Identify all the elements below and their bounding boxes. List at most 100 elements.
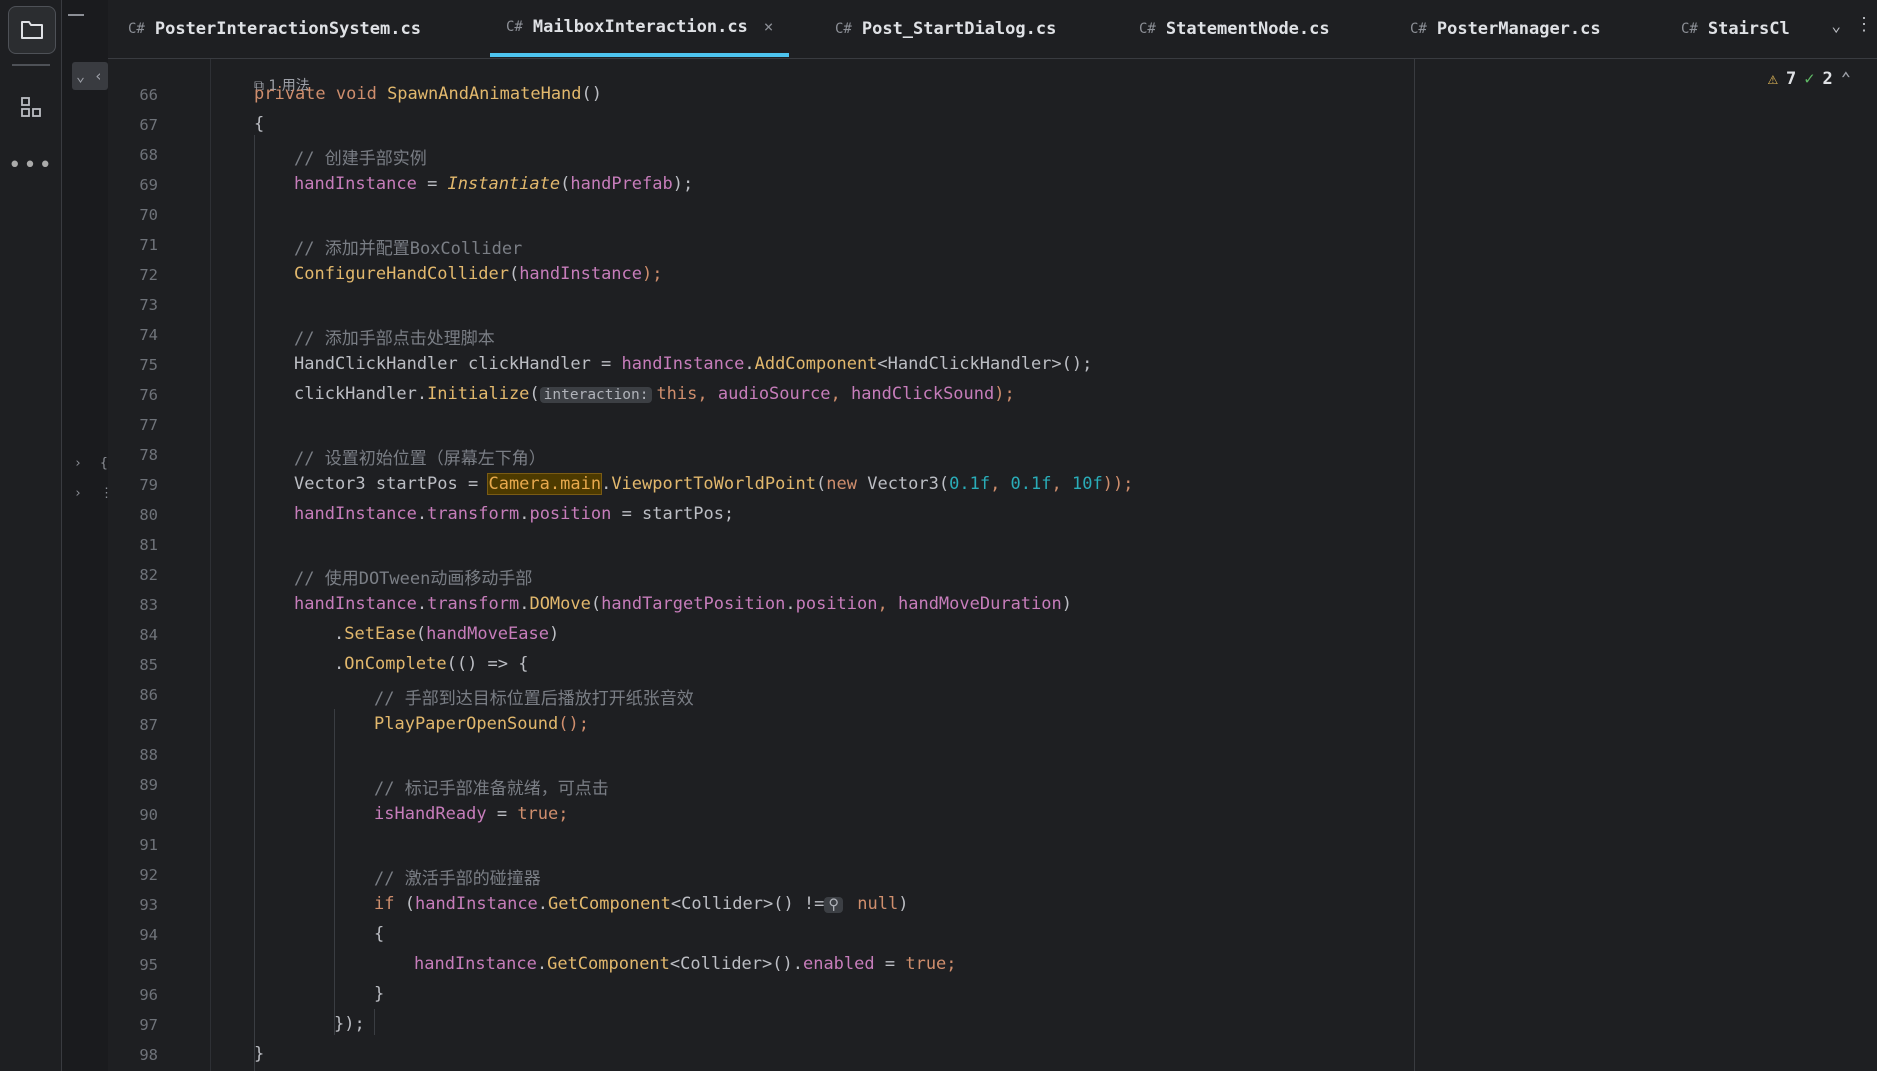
editor-tab-bar: C# PosterInteractionSystem.cs C# Mailbox…	[108, 0, 1877, 59]
tree-expand-icon[interactable]: ›	[74, 456, 88, 474]
code-line: PlayPaperOpenSound();	[374, 714, 589, 734]
tab-poster-interaction-system[interactable]: C# PosterInteractionSystem.cs	[128, 0, 421, 57]
code-comment: // 创建手部实例	[294, 149, 427, 169]
line-number: 96	[139, 986, 158, 1004]
tab-post-start-dialog[interactable]: C# Post_StartDialog.cs	[835, 0, 1056, 57]
line-number: 97	[139, 1016, 158, 1034]
line-number: 66	[139, 86, 158, 104]
line-number: 70	[139, 206, 158, 224]
csharp-file-icon: C#	[1410, 20, 1427, 37]
indent-guide	[254, 135, 255, 1071]
code-line: handInstance.transform.position = startP…	[294, 504, 735, 524]
tab-mailbox-interaction[interactable]: C# MailboxInteraction.cs ×	[490, 0, 790, 57]
indent-guide	[374, 1009, 375, 1035]
activity-separator	[12, 64, 50, 66]
line-number: 90	[139, 806, 158, 824]
tree-item-mark: ⋮	[100, 486, 113, 501]
tab-poster-manager[interactable]: C# PosterManager.cs	[1410, 0, 1601, 57]
tab-label: PosterInteractionSystem.cs	[154, 18, 421, 39]
code-line: });	[334, 1014, 365, 1034]
line-number: 80	[139, 506, 158, 524]
ok-count: 2	[1822, 69, 1833, 89]
code-comment: // 手部到达目标位置后播放打开纸张音效	[374, 689, 694, 709]
line-number: 75	[139, 356, 158, 374]
chevron-down-icon[interactable]: ⌄	[1831, 16, 1841, 35]
line-number: 92	[139, 866, 158, 884]
line-number: 79	[139, 476, 158, 494]
line-number: 81	[139, 536, 158, 554]
tab-label: MailboxInteraction.cs	[532, 16, 748, 37]
code-line: private void SpawnAndAnimateHand()	[254, 84, 603, 104]
tab-statement-node[interactable]: C# StatementNode.cs	[1139, 0, 1330, 57]
code-line: .SetEase(handMoveEase)	[334, 624, 560, 644]
inspection-widget[interactable]: ⚠ 7 ✓ 2 ⌃	[1768, 69, 1851, 89]
line-number: 94	[139, 926, 158, 944]
search-highlight: Camera.main	[487, 473, 603, 495]
line-number: 73	[139, 296, 158, 314]
code-line: }	[254, 1044, 265, 1064]
code-comment: // 使用DOTween动画移动手部	[294, 569, 533, 589]
line-number: 68	[139, 146, 158, 164]
code-comment: // 标记手部准备就绪，可点击	[374, 779, 609, 799]
line-number: 86	[139, 686, 158, 704]
code-line: ConfigureHandCollider(handInstance);	[294, 264, 663, 284]
line-number: 76	[139, 386, 158, 404]
tab-label: PosterManager.cs	[1436, 18, 1601, 39]
gutter-divider	[210, 59, 211, 1071]
check-icon: ✓	[1804, 69, 1815, 89]
code-line: }	[374, 984, 385, 1004]
tree-expand-icon[interactable]: ›	[74, 486, 88, 504]
code-comment: // 激活手部的碰撞器	[374, 869, 541, 889]
line-number: 77	[139, 416, 158, 434]
line-number: 72	[139, 266, 158, 284]
line-number: 78	[139, 446, 158, 464]
line-number: 71	[139, 236, 158, 254]
code-line: isHandReady = true;	[374, 804, 569, 824]
more-vertical-icon[interactable]: ⋮	[1855, 14, 1873, 35]
line-number: 89	[139, 776, 158, 794]
project-folder-icon[interactable]	[8, 6, 56, 54]
more-tools-icon[interactable]: •••	[8, 142, 54, 188]
line-number: 83	[139, 596, 158, 614]
tab-stairs[interactable]: C# StairsCl	[1681, 0, 1790, 57]
code-comment: // 添加并配置BoxCollider	[294, 239, 523, 259]
line-number: 74	[139, 326, 158, 344]
line-number: 95	[139, 956, 158, 974]
code-line: Vector3 startPos = Camera.main.ViewportT…	[294, 473, 1134, 495]
line-number: 82	[139, 566, 158, 584]
line-number: 69	[139, 176, 158, 194]
chevron-up-icon[interactable]: ⌃	[1841, 69, 1851, 89]
tree-item-mark: {	[100, 456, 108, 471]
code-line: HandClickHandler clickHandler = handInst…	[294, 354, 1093, 374]
warning-count: 7	[1786, 69, 1797, 89]
minimize-panel-icon[interactable]	[68, 14, 84, 16]
code-line: if (handInstance.GetComponent<Collider>(…	[374, 894, 909, 914]
code-line: .OnComplete(() => {	[334, 654, 529, 674]
code-comment: // 设置初始位置（屏幕左下角）	[294, 449, 546, 469]
code-comment: // 添加手部点击处理脚本	[294, 329, 495, 349]
code-line: handInstance.transform.DOMove(handTarget…	[294, 594, 1072, 614]
activity-bar: •••	[0, 0, 62, 1071]
code-line: clickHandler.Initialize(interaction: this…	[294, 384, 1015, 404]
structure-icon[interactable]	[8, 84, 54, 130]
csharp-file-icon: C#	[506, 18, 523, 35]
line-number: 84	[139, 626, 158, 644]
collapse-icon[interactable]: ⌄ ‹	[72, 62, 108, 90]
code-line: handInstance.GetComponent<Collider>().en…	[414, 954, 957, 974]
null-hint-icon: ⚲	[824, 897, 844, 913]
parameter-hint: interaction:	[539, 387, 653, 403]
warning-icon: ⚠	[1767, 69, 1778, 89]
code-line: {	[254, 114, 265, 134]
tab-label: StatementNode.cs	[1165, 18, 1330, 39]
csharp-file-icon: C#	[1139, 20, 1156, 37]
line-number: 98	[139, 1046, 158, 1064]
line-number: 91	[139, 836, 158, 854]
right-margin-guide	[1414, 59, 1415, 1071]
line-number: 88	[139, 746, 158, 764]
project-panel	[62, 0, 109, 1071]
code-editor[interactable]: ⚠ 7 ✓ 2 ⌃ ⧉ 1 用法 66 67 68 69 70 71 72 73 74 75 76 7…	[108, 59, 1877, 1071]
code-line: handInstance = Instantiate(handPrefab);	[294, 174, 694, 194]
line-number: 67	[139, 116, 158, 134]
close-tab-icon[interactable]: ×	[764, 17, 774, 36]
code-line: {	[374, 924, 385, 944]
